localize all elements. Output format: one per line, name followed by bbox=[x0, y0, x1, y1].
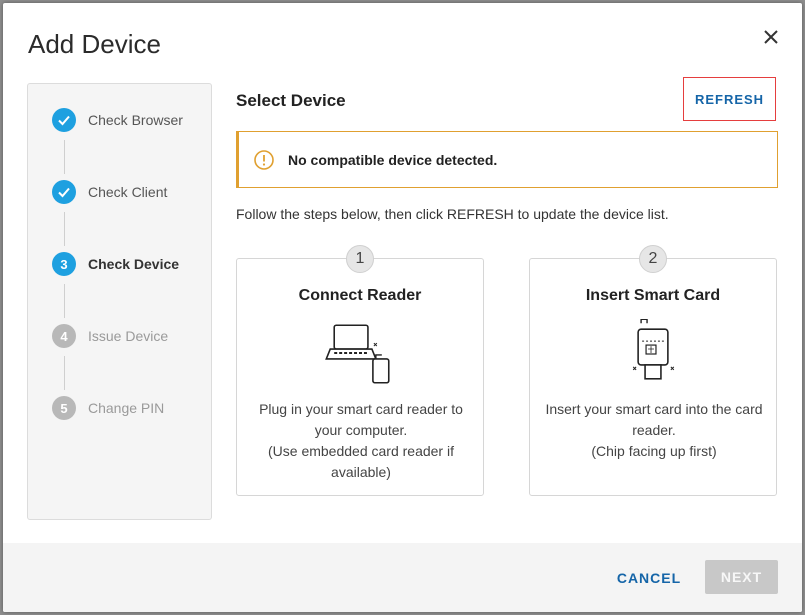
section-title: Select Device bbox=[236, 91, 346, 110]
step-check-browser: Check Browser bbox=[52, 107, 183, 133]
step-connector bbox=[64, 284, 65, 318]
card-title: Connect Reader bbox=[298, 287, 422, 304]
card-desc-note: (Chip facing up first) bbox=[591, 443, 717, 459]
step-label: Check Device bbox=[88, 256, 180, 272]
dialog-footer: CANCEL NEXT bbox=[3, 543, 802, 612]
step-change-pin: 5 Change PIN bbox=[52, 395, 164, 421]
card-desc-line: Insert your smart card into the card rea… bbox=[545, 401, 763, 438]
step-connector bbox=[64, 212, 65, 246]
step-issue-device: 4 Issue Device bbox=[52, 323, 168, 349]
close-icon[interactable] bbox=[759, 25, 783, 49]
dialog-title: Add Device bbox=[28, 29, 161, 59]
instructions-text: Follow the steps below, then click REFRE… bbox=[236, 206, 669, 222]
check-icon bbox=[58, 187, 70, 198]
step-number-badge: 5 bbox=[52, 396, 76, 420]
smart-card-reader-icon bbox=[632, 319, 675, 380]
warning-alert: No compatible device detected. bbox=[236, 131, 778, 188]
warning-icon bbox=[254, 149, 274, 170]
card-number-badge: 2 bbox=[639, 245, 667, 273]
card-number-badge: 1 bbox=[346, 245, 374, 273]
step-done-badge bbox=[52, 108, 76, 132]
refresh-button[interactable]: REFRESH bbox=[683, 77, 776, 121]
stepper-panel: Check Browser Check Client 3 Check Devic… bbox=[27, 83, 212, 520]
cancel-button[interactable]: CANCEL bbox=[609, 561, 689, 595]
check-icon bbox=[58, 115, 70, 126]
step-check-client: Check Client bbox=[52, 179, 167, 205]
laptop-reader-icon bbox=[325, 324, 390, 384]
step-check-device: 3 Check Device bbox=[52, 251, 179, 277]
step-label: Check Browser bbox=[88, 112, 183, 128]
step-label: Change PIN bbox=[88, 400, 165, 416]
alert-message: No compatible device detected. bbox=[288, 151, 498, 168]
card-desc-note: (Use embedded card reader if available) bbox=[268, 443, 454, 480]
next-button[interactable]: NEXT bbox=[705, 560, 778, 594]
add-device-dialog: Add Device Check Browser Check Client 3 bbox=[3, 3, 802, 612]
step-connector bbox=[64, 356, 65, 390]
step-card-insert-smart-card: 2 Insert Smart Card Insert your smart ca… bbox=[529, 245, 777, 496]
card-description: Plug in your smart card reader to your c… bbox=[247, 399, 475, 483]
step-connector bbox=[64, 140, 65, 174]
card-description: Insert your smart card into the card rea… bbox=[540, 399, 768, 462]
step-label: Issue Device bbox=[88, 328, 169, 344]
step-number-badge: 3 bbox=[52, 252, 76, 276]
card-desc-line: Plug in your smart card reader to your c… bbox=[259, 401, 463, 438]
step-card-connect-reader: 1 Connect Reader Plug in your smart card… bbox=[236, 245, 484, 496]
step-done-badge bbox=[52, 180, 76, 204]
step-number-badge: 4 bbox=[52, 324, 76, 348]
step-label: Check Client bbox=[88, 184, 168, 200]
card-title: Insert Smart Card bbox=[585, 287, 721, 304]
